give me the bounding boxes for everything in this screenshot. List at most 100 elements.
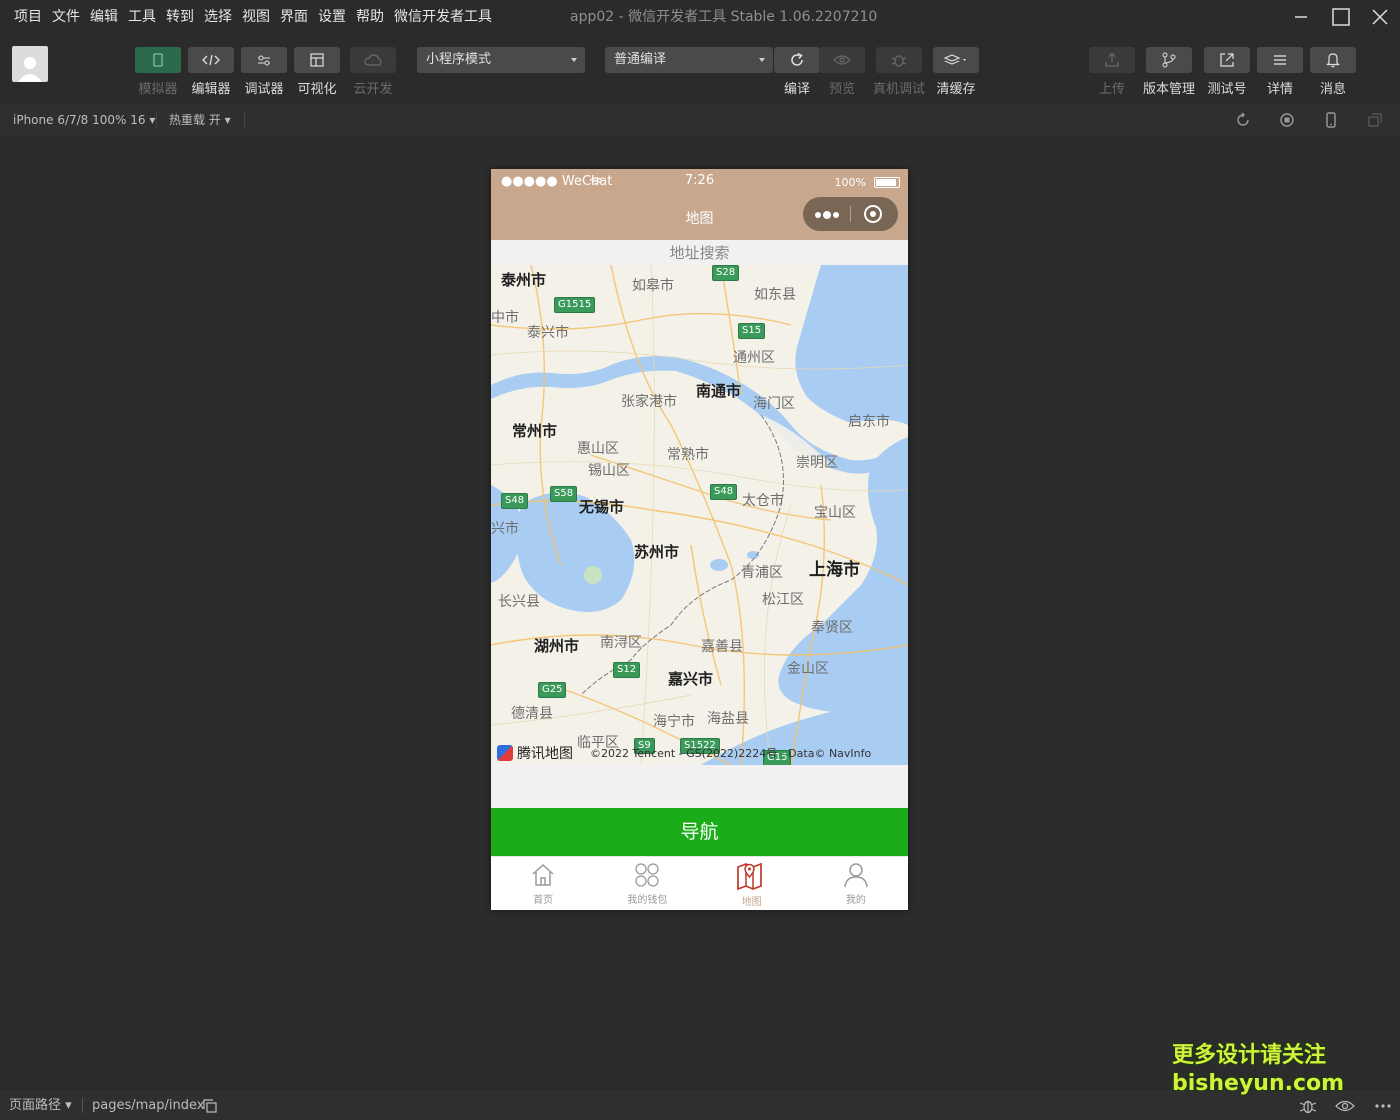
version-button[interactable]	[1146, 47, 1192, 73]
cloud-button[interactable]	[350, 47, 396, 73]
tencent-map-logo-icon	[497, 745, 513, 761]
menu-edit[interactable]: 编辑	[90, 0, 118, 34]
detach-window-icon[interactable]	[1367, 112, 1383, 128]
simulator-subbar: iPhone 6/7/8 100% 16 ▾ 热重载 开 ▾	[0, 102, 1400, 136]
map-city-label: 金山区	[787, 661, 829, 677]
tab-map[interactable]: 地图	[700, 857, 804, 910]
upload-icon	[1105, 52, 1119, 67]
menu-settings[interactable]: 设置	[318, 0, 346, 34]
version-label: 版本管理	[1142, 82, 1195, 97]
map-city-label: 奉贤区	[811, 620, 853, 636]
map-city-label: 嘉兴市	[668, 670, 714, 688]
bell-icon	[1326, 53, 1340, 68]
hot-reload-select[interactable]: 热重载 开 ▾	[169, 103, 231, 137]
messages-label: 消息	[1319, 82, 1346, 97]
close-button[interactable]	[1360, 0, 1400, 34]
menu-goto[interactable]: 转到	[166, 0, 194, 34]
menu-icon	[1274, 55, 1286, 65]
remote-debug-button[interactable]	[876, 47, 922, 73]
menu-file[interactable]: 文件	[52, 0, 80, 34]
editor-button[interactable]	[188, 47, 234, 73]
external-link-icon	[1220, 53, 1234, 67]
map-city-label: 海盐县	[707, 711, 749, 727]
debugger-button[interactable]	[241, 47, 287, 73]
menu-view[interactable]: 视图	[242, 0, 270, 34]
preview-button[interactable]	[819, 47, 865, 73]
clear-cache-button[interactable]	[933, 47, 979, 73]
road-shield: S58	[550, 486, 578, 502]
tab-wallet[interactable]: 我的钱包	[595, 857, 699, 910]
map-view[interactable]: 泰州市 如皋市 如东县 中市 泰兴市 通州区 南通市 张家港市 海门区 启东市 …	[491, 265, 908, 765]
compile-select[interactable]: 普通编译	[605, 47, 773, 73]
rotate-icon[interactable]	[1235, 112, 1251, 128]
menu-interface[interactable]: 界面	[280, 0, 308, 34]
phone-status-bar: ●●●●● WeChat 7:26 100%	[491, 169, 908, 195]
phone-simulator: ●●●●● WeChat 7:26 100% 地图 地址搜索 泰州市 如皋市 如…	[491, 169, 908, 910]
maximize-icon	[1332, 8, 1350, 26]
simulator-button[interactable]	[135, 47, 181, 73]
compile-button[interactable]	[774, 47, 820, 73]
visual-button[interactable]	[294, 47, 340, 73]
map-city-label: 崇明区	[796, 455, 838, 471]
map-city-label: 苏州市	[634, 543, 680, 561]
more-icon[interactable]	[815, 211, 841, 219]
page-path-select[interactable]: 页面路径 ▾	[9, 1090, 72, 1120]
user-avatar[interactable]	[12, 46, 48, 82]
map-city-label: 南浔区	[600, 635, 642, 651]
cloud-icon	[364, 54, 382, 66]
code-icon	[202, 54, 220, 66]
menu-devtools[interactable]: 微信开发者工具	[394, 0, 492, 34]
map-city-label: 张家港市	[621, 394, 677, 410]
menu-select[interactable]: 选择	[204, 0, 232, 34]
upload-button[interactable]	[1089, 47, 1135, 73]
menu-tools[interactable]: 工具	[128, 0, 156, 34]
wallet-icon	[635, 863, 660, 887]
close-miniprogram-icon[interactable]	[864, 205, 882, 223]
address-search[interactable]: 地址搜索	[491, 240, 908, 265]
device-select[interactable]: iPhone 6/7/8 100% 16 ▾	[13, 103, 155, 137]
maximize-button[interactable]	[1321, 0, 1361, 34]
divider	[82, 1098, 83, 1113]
menu-list: 项目 文件 编辑 工具 转到 选择 视图 界面 设置 帮助 微信开发者工具	[0, 0, 502, 34]
messages-button[interactable]	[1310, 47, 1356, 73]
test-account-button[interactable]	[1204, 47, 1250, 73]
battery-percent: 100%	[834, 176, 866, 189]
details-button[interactable]	[1257, 47, 1303, 73]
map-city-label: 泰州市	[501, 271, 547, 289]
map-city-label: 锡山区	[588, 463, 630, 479]
page-route: pages/map/index	[92, 1098, 205, 1113]
eye-icon[interactable]	[1335, 1099, 1355, 1113]
battery-icon	[874, 177, 900, 188]
tab-home[interactable]: 首页	[491, 857, 595, 910]
sliders-icon	[258, 55, 270, 66]
eye-icon	[833, 55, 851, 65]
map-city-label: 海宁市	[653, 714, 695, 730]
copy-icon[interactable]	[203, 1099, 217, 1113]
map-copyright: ©2022 Tencent - GS(2022)2224号 - Data© Na…	[590, 747, 872, 760]
minimize-button[interactable]	[1281, 0, 1321, 34]
map-city-label: 惠山区	[577, 441, 619, 457]
tab-mine[interactable]: 我的	[804, 857, 908, 910]
bug-icon[interactable]	[1298, 1097, 1318, 1115]
tab-label: 我的钱包	[627, 895, 668, 906]
map-city-label: 常熟市	[667, 447, 709, 463]
menu-project[interactable]: 项目	[14, 0, 42, 34]
road-shield: S28	[712, 265, 740, 281]
mode-select[interactable]: 小程序模式	[417, 47, 585, 73]
road-shield: S12	[613, 662, 641, 678]
road-shield: G25	[538, 682, 567, 698]
record-icon[interactable]	[1279, 112, 1295, 128]
tab-label: 我的	[845, 895, 866, 906]
divider	[156, 112, 157, 128]
navigate-button[interactable]: 导航	[491, 808, 908, 856]
phone-nav-bar: 地图	[491, 195, 908, 240]
map-city-label: 常州市	[512, 422, 558, 440]
debugger-label: 调试器	[244, 82, 284, 97]
watermark: 更多设计请关注 bisheyun.com	[1172, 1042, 1344, 1098]
tab-label: 地图	[741, 897, 762, 908]
menu-bar: 项目 文件 编辑 工具 转到 选择 视图 界面 设置 帮助 微信开发者工具 ap…	[0, 0, 1400, 34]
menu-help[interactable]: 帮助	[356, 0, 384, 34]
device-icon[interactable]	[1323, 112, 1339, 128]
map-icon	[736, 862, 762, 890]
more-icon[interactable]	[1374, 1103, 1392, 1109]
